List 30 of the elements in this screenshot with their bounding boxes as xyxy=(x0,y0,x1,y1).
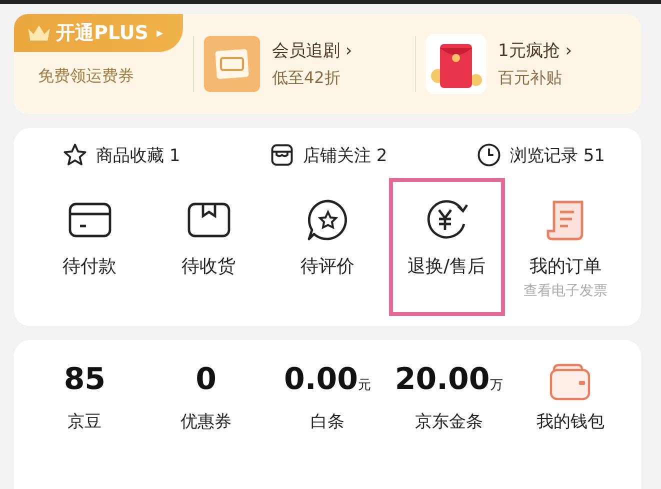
plus-subtitle: 免费领运费券 xyxy=(37,66,135,87)
asset-value[interactable]: 20.00万 xyxy=(394,362,503,402)
shop-icon xyxy=(268,142,295,168)
asset-label[interactable]: 我的钱包 xyxy=(536,410,604,433)
asset-value[interactable]: 0.00元 xyxy=(284,362,371,402)
clock-icon xyxy=(476,142,502,168)
crown-icon xyxy=(26,23,52,43)
envelope-icon[interactable] xyxy=(426,34,486,94)
wallet-icon[interactable] xyxy=(548,362,592,402)
asset-value[interactable]: 85 xyxy=(64,362,106,402)
shortcut-link[interactable]: 店铺关注 2 xyxy=(302,144,388,166)
asset-label[interactable]: 优惠券 xyxy=(180,410,232,433)
tv-tile-icon[interactable] xyxy=(204,36,260,92)
promo-title[interactable]: 1元疯抢 › xyxy=(498,39,572,62)
chat-star-icon[interactable] xyxy=(306,198,350,242)
order-label[interactable]: 待付款 xyxy=(62,254,116,278)
promo-subtitle: 百元补贴 xyxy=(498,68,563,89)
asset-label[interactable]: 京豆 xyxy=(68,410,102,433)
star-icon xyxy=(62,142,88,168)
order-label[interactable]: 我的订单 xyxy=(530,254,602,278)
shortcut-link[interactable]: 浏览记录 51 xyxy=(510,144,605,166)
order-label[interactable]: 待收货 xyxy=(182,254,236,278)
asset-value[interactable]: 0 xyxy=(196,362,217,402)
order-label[interactable]: 退换/售后 xyxy=(407,254,486,278)
promo-subtitle: 低至42折 xyxy=(272,68,342,89)
asset-label[interactable]: 白条 xyxy=(310,410,344,433)
order-label[interactable]: 待评价 xyxy=(300,254,354,278)
asset-label[interactable]: 京东金条 xyxy=(414,410,483,433)
shortcut-link[interactable]: 商品收藏 1 xyxy=(96,144,180,166)
promo-title[interactable]: 会员追剧 › xyxy=(272,39,352,62)
